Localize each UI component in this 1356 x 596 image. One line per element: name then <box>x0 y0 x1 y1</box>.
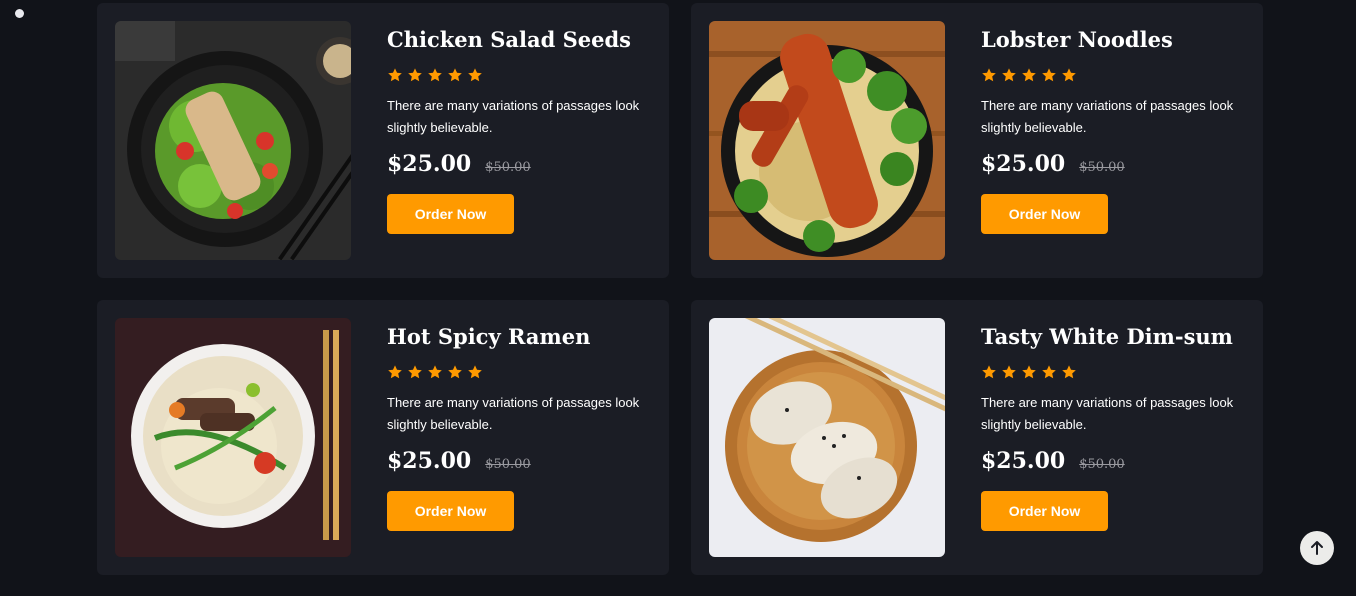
price-row: $25.00 $50.00 <box>981 448 1251 474</box>
item-title: Chicken Salad Seeds <box>387 27 631 52</box>
menu-card-info: Hot Spicy Ramen There are many variation… <box>387 322 657 531</box>
order-now-button[interactable]: Order Now <box>981 194 1108 234</box>
menu-card: Tasty White Dim-sum There are many varia… <box>691 300 1263 575</box>
star-icon <box>408 365 422 379</box>
star-icon <box>408 68 422 82</box>
star-icon <box>468 365 482 379</box>
star-icon <box>1022 365 1036 379</box>
item-price: $25.00 <box>387 448 472 474</box>
star-icon <box>388 365 402 379</box>
price-row: $25.00 $50.00 <box>387 448 657 474</box>
ramen-bowl-image[interactable] <box>115 318 351 557</box>
item-description: There are many variations of passages lo… <box>981 395 1234 432</box>
item-old-price: $50.00 <box>485 457 531 472</box>
star-icon <box>1062 68 1076 82</box>
star-icon <box>982 365 996 379</box>
star-icon <box>1002 365 1016 379</box>
dim-sum-image[interactable] <box>709 318 945 557</box>
item-description: There are many variations of passages lo… <box>387 395 640 432</box>
star-icon <box>1042 68 1056 82</box>
item-title: Lobster Noodles <box>981 27 1173 52</box>
menu-card: Lobster Noodles There are many variation… <box>691 3 1263 278</box>
star-icon <box>1022 68 1036 82</box>
star-icon <box>388 68 402 82</box>
salad-plate-image[interactable] <box>115 21 351 260</box>
order-now-button[interactable]: Order Now <box>387 194 514 234</box>
item-description: There are many variations of passages lo… <box>981 98 1234 135</box>
item-old-price: $50.00 <box>1079 457 1125 472</box>
order-now-button[interactable]: Order Now <box>981 491 1108 531</box>
item-price: $25.00 <box>981 448 1066 474</box>
star-icon <box>428 68 442 82</box>
item-price: $25.00 <box>981 151 1066 177</box>
menu-card-info: Tasty White Dim-sum There are many varia… <box>981 322 1251 531</box>
item-old-price: $50.00 <box>485 160 531 175</box>
cursor-indicator <box>15 9 24 18</box>
lobster-noodles-image[interactable] <box>709 21 945 260</box>
rating-stars <box>981 364 1251 382</box>
item-old-price: $50.00 <box>1079 160 1125 175</box>
rating-stars <box>387 364 657 382</box>
rating-stars <box>981 67 1251 85</box>
menu-card: Chicken Salad Seeds There are many varia… <box>97 3 669 278</box>
star-icon <box>1062 365 1076 379</box>
star-icon <box>448 68 462 82</box>
star-icon <box>1002 68 1016 82</box>
item-description: There are many variations of passages lo… <box>387 98 640 135</box>
item-price: $25.00 <box>387 151 472 177</box>
item-title: Tasty White Dim-sum <box>981 324 1233 349</box>
menu-card-info: Lobster Noodles There are many variation… <box>981 25 1251 234</box>
star-icon <box>982 68 996 82</box>
rating-stars <box>387 67 657 85</box>
arrow-up-icon <box>1311 541 1323 555</box>
star-icon <box>428 365 442 379</box>
star-icon <box>1042 365 1056 379</box>
menu-card-info: Chicken Salad Seeds There are many varia… <box>387 25 657 234</box>
scroll-to-top-button[interactable] <box>1300 531 1334 565</box>
price-row: $25.00 $50.00 <box>387 151 657 177</box>
star-icon <box>448 365 462 379</box>
order-now-button[interactable]: Order Now <box>387 491 514 531</box>
star-icon <box>468 68 482 82</box>
item-title: Hot Spicy Ramen <box>387 324 591 349</box>
menu-grid: Chicken Salad Seeds There are many varia… <box>97 3 1263 575</box>
price-row: $25.00 $50.00 <box>981 151 1251 177</box>
menu-card: Hot Spicy Ramen There are many variation… <box>97 300 669 575</box>
